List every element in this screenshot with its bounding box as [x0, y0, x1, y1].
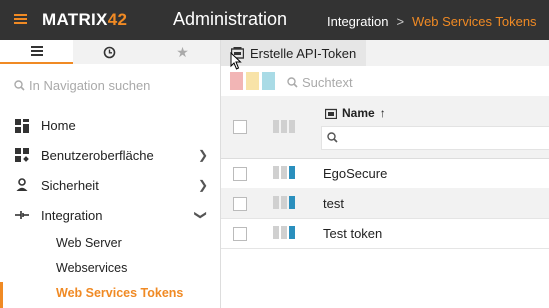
create-api-token-label: Erstelle API-Token [250, 45, 357, 61]
sidebar-item-label: Benutzeroberfläche [41, 147, 154, 163]
color-filter-blue[interactable] [262, 72, 275, 90]
breadcrumb-integration[interactable]: Integration [327, 14, 388, 29]
navigation-search-input[interactable]: In Navigation suchen [14, 78, 150, 93]
search-icon [287, 77, 298, 88]
sidebar-subitem-web-server[interactable]: Web Server [56, 236, 122, 250]
chevron-right-icon: ❯ [197, 178, 208, 192]
star-icon: ★ [176, 43, 189, 60]
hamburger-menu-icon[interactable] [14, 14, 27, 24]
table-row[interactable]: test [221, 188, 549, 219]
status-indicator [273, 166, 295, 179]
status-column-icon [273, 120, 295, 133]
table-row[interactable]: Test token [221, 218, 549, 249]
table-search-placeholder: Suchtext [302, 75, 353, 90]
row-checkbox[interactable] [233, 227, 247, 241]
sidebar-subitem-web-services-tokens[interactable]: Web Services Tokens [56, 286, 183, 300]
list-icon [30, 46, 43, 56]
logo: MATRIX42 [42, 10, 128, 29]
sidebar-item-sicherheit[interactable]: Sicherheit ❯ [0, 170, 220, 200]
row-name: Test token [323, 226, 383, 241]
chevron-right-icon: ❯ [197, 148, 208, 162]
breadcrumb: Integration > Web Services Tokens [327, 14, 537, 29]
navigation-search-placeholder: In Navigation suchen [29, 78, 151, 93]
table-header: Name ↑ [221, 96, 549, 159]
table-row[interactable]: EgoSecure [221, 158, 549, 189]
user-icon [16, 178, 28, 191]
sidebar-item-label: Integration [41, 207, 103, 223]
app-title: Administration [173, 9, 288, 29]
chevron-right-icon: > [396, 14, 405, 29]
dashboard-icon [15, 119, 29, 133]
column-name-filter-input[interactable] [321, 126, 549, 150]
chevron-down-icon: ❯ [193, 209, 208, 221]
create-api-token-button[interactable]: Erstelle API-Token [221, 40, 367, 66]
status-indicator [273, 226, 295, 239]
active-indicator [0, 282, 3, 308]
row-checkbox[interactable] [233, 167, 247, 181]
column-header-name-label: Name [342, 106, 375, 120]
tab-history[interactable] [73, 40, 146, 64]
sort-ascending-icon: ↑ [379, 106, 386, 120]
sidebar-item-label: Sicherheit [41, 177, 99, 193]
table-search-input[interactable]: Suchtext [287, 75, 353, 90]
sidebar: ★ In Navigation suchen Home Benutzerober… [0, 40, 221, 308]
status-indicator [273, 196, 295, 209]
select-all-checkbox[interactable] [233, 120, 247, 134]
search-icon [327, 132, 338, 143]
color-filter-yellow[interactable] [246, 72, 259, 90]
tab-favorites[interactable]: ★ [146, 40, 219, 64]
token-icon [325, 108, 337, 119]
main-content: Erstelle API-Token Suchtext Name ↑ EgoSe… [221, 40, 549, 308]
sidebar-item-integration[interactable]: Integration ❯ [0, 200, 220, 230]
integration-icon [15, 211, 29, 219]
layout-icon [15, 148, 29, 162]
sidebar-item-home[interactable]: Home [0, 110, 220, 140]
app-header: MATRIX42 Administration Integration > Web … [0, 0, 549, 40]
column-header-name[interactable]: Name ↑ [325, 106, 386, 120]
filter-row: Suchtext [221, 66, 549, 96]
search-icon [14, 80, 25, 91]
sidebar-item-label: Home [41, 117, 76, 133]
sidebar-tabs: ★ [0, 40, 220, 64]
color-filter-red[interactable] [230, 72, 243, 90]
tab-navigation[interactable] [0, 40, 73, 64]
row-name: test [323, 196, 344, 211]
toolbar: Erstelle API-Token [221, 40, 549, 70]
sidebar-subitem-webservices[interactable]: Webservices [56, 261, 127, 275]
breadcrumb-current: Web Services Tokens [412, 14, 537, 29]
sidebar-item-benutzeroberflaeche[interactable]: Benutzeroberfläche ❯ [0, 140, 220, 170]
row-name: EgoSecure [323, 166, 388, 181]
history-icon [103, 46, 116, 58]
row-checkbox[interactable] [233, 197, 247, 211]
